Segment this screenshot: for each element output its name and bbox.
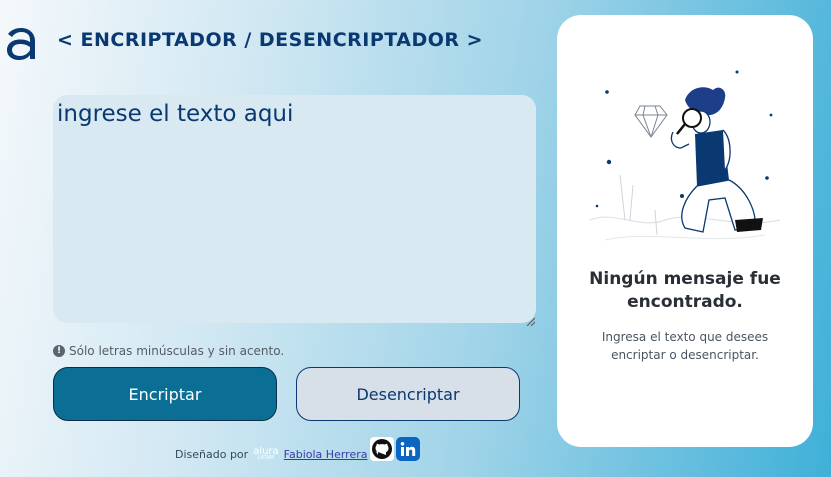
footer-prefix: Diseñado por <box>175 448 249 461</box>
input-hint: ! Sólo letras minúsculas y sin acento. <box>53 344 284 358</box>
hint-text: Sólo letras minúsculas y sin acento. <box>69 344 285 358</box>
decrypt-button[interactable]: Desencriptar <box>296 367 520 421</box>
social-links <box>370 437 421 461</box>
encrypt-button[interactable]: Encriptar <box>53 367 277 421</box>
github-icon[interactable] <box>370 437 395 461</box>
resize-grip-icon[interactable] <box>525 311 536 327</box>
info-icon: ! <box>53 345 65 357</box>
output-panel: Ningún mensaje fue encontrado. Ingresa e… <box>557 15 813 447</box>
alura-brand-logo: alura LATAM <box>253 446 279 461</box>
empty-state-title: Ningún mensaje fue encontrado. <box>589 269 781 312</box>
empty-state-description: Ingresa el texto que desees encriptar o … <box>601 330 769 362</box>
alura-logo-icon <box>6 20 36 62</box>
page-title: < ENCRIPTADOR / DESENCRIPTADOR > <box>57 29 484 51</box>
linkedin-icon[interactable] <box>396 437 421 461</box>
author-link[interactable]: Fabiola Herrera <box>284 448 368 461</box>
footer: Diseñado por alura LATAM Fabiola Herrera <box>175 437 421 461</box>
empty-state-illustration <box>585 70 785 260</box>
message-input[interactable] <box>53 95 536 323</box>
